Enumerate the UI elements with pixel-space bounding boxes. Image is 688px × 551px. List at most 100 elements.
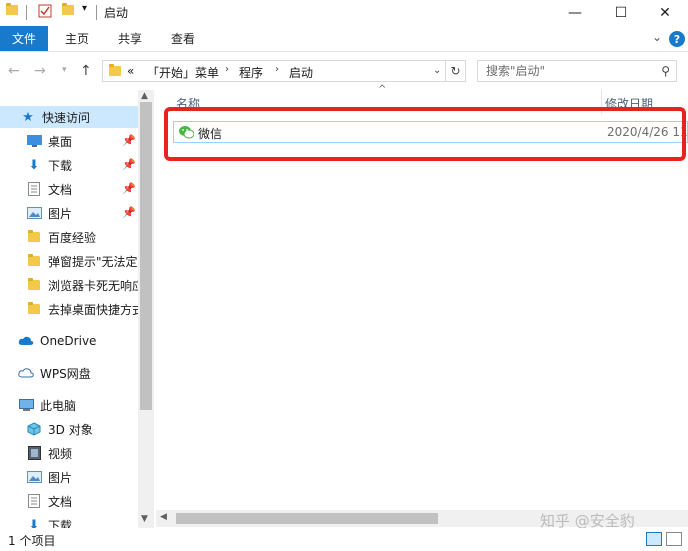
sidebar-item-3d-objects[interactable]: 3D 对象 [0, 418, 138, 440]
sidebar-item-label: 图片 [48, 470, 73, 485]
scroll-left-icon[interactable]: ◀ [160, 512, 167, 522]
star-icon: ★ [22, 109, 34, 125]
sidebar-item-label: 弹窗提示"无法定 [48, 254, 138, 269]
cloud-outline-icon [18, 366, 34, 380]
tab-share[interactable]: 共享 [118, 26, 142, 51]
pin-icon[interactable]: 📌 [122, 206, 136, 219]
sidebar-item-onedrive[interactable]: OneDrive [0, 330, 138, 352]
sort-ascending-icon: ^ [378, 84, 387, 95]
desktop-icon [26, 134, 42, 148]
maximize-button[interactable]: ☐ [598, 0, 644, 26]
tab-file[interactable]: 文件 [0, 26, 48, 51]
back-button[interactable]: ← [8, 63, 20, 79]
tab-home[interactable]: 主页 [65, 26, 89, 51]
sidebar-item-folder[interactable]: 弹窗提示"无法定 [0, 250, 138, 272]
sidebar-item-label: 桌面 [48, 134, 73, 149]
divider [26, 5, 27, 20]
sidebar-item-label: 浏览器卡死无响应 [48, 278, 138, 293]
search-icon[interactable]: ⚲ [661, 64, 670, 78]
sidebar-item-label: 去掉桌面快捷方式 [48, 302, 138, 317]
sidebar-item-label: 百度经验 [48, 230, 97, 245]
pin-icon[interactable]: 📌 [122, 134, 136, 147]
details-view-icon[interactable] [646, 532, 662, 546]
search-input[interactable] [478, 61, 653, 81]
breadcrumb-separator-icon[interactable]: › [275, 64, 279, 75]
sidebar-item-folder[interactable]: 浏览器卡死无响应 [0, 274, 138, 296]
forward-button[interactable]: → [34, 63, 46, 79]
sidebar-item-pictures[interactable]: 图片 [0, 466, 138, 488]
video-icon [26, 446, 42, 460]
customize-toolbar-icon[interactable]: ▾ [82, 3, 87, 14]
navigation-bar: ← → ▾ ↑ « 「开始」菜单 › 程序 › 启动 ⌄ ↻ ⚲ [0, 52, 688, 90]
folder-icon [26, 254, 42, 268]
pin-icon[interactable]: 📌 [122, 158, 136, 171]
sidebar-item-videos[interactable]: 视频 [0, 442, 138, 464]
sidebar-item-label: OneDrive [40, 334, 97, 348]
sidebar-item-desktop[interactable]: 桌面 📌 [0, 130, 138, 152]
expand-ribbon-icon[interactable]: ⌄ [652, 30, 662, 44]
computer-icon [18, 398, 34, 412]
sidebar-item-label: 3D 对象 [48, 422, 93, 437]
up-button[interactable]: ↑ [80, 63, 92, 79]
picture-icon [26, 206, 42, 220]
recent-locations-button[interactable]: ▾ [62, 65, 67, 75]
sidebar-item-folder[interactable]: 去掉桌面快捷方式 [0, 298, 138, 320]
status-bar: 1 个项目 [0, 528, 688, 551]
tab-view[interactable]: 查看 [171, 26, 195, 51]
breadcrumb-startup[interactable]: 启动 [289, 64, 313, 81]
sidebar-item-label: 下载 [48, 518, 73, 529]
sidebar-item-wps[interactable]: WPS网盘 [0, 362, 138, 384]
ribbon: 文件 主页 共享 查看 ⌄ ? [0, 26, 688, 52]
sidebar-item-label: 快速访问 [42, 110, 91, 125]
sidebar-item-label: 此电脑 [40, 398, 77, 413]
sidebar-item-documents[interactable]: 文档 [0, 490, 138, 512]
sidebar-item-quick-access[interactable]: ★ 快速访问 [0, 106, 138, 128]
document-icon [26, 494, 42, 508]
properties-icon[interactable] [38, 4, 52, 21]
breadcrumb-programs[interactable]: 程序 [239, 64, 263, 81]
sidebar-item-label: 视频 [48, 446, 73, 461]
address-bar[interactable]: « 「开始」菜单 › 程序 › 启动 ⌄ [102, 60, 446, 82]
sidebar-item-downloads[interactable]: ⬇ 下载 📌 [0, 154, 138, 176]
refresh-button[interactable]: ↻ [446, 60, 466, 82]
folder-icon [109, 64, 121, 76]
file-list: ^ 名称 修改日期 微信 2020/4/26 11 [156, 84, 688, 528]
window-title: 启动 [104, 6, 129, 20]
breadcrumb-overflow[interactable]: « [127, 64, 134, 78]
sidebar-item-downloads[interactable]: ⬇ 下载 [0, 514, 138, 529]
highlight-box [164, 107, 686, 161]
pin-icon[interactable]: 📌 [122, 182, 136, 195]
close-button[interactable]: ✕ [642, 0, 688, 26]
sidebar-item-label: 文档 [48, 182, 73, 197]
sidebar-scrollbar-thumb[interactable] [140, 102, 152, 410]
folder-icon [26, 230, 42, 244]
divider [96, 5, 97, 20]
sidebar-item-label: WPS网盘 [40, 366, 91, 381]
sidebar-item-documents[interactable]: 文档 📌 [0, 178, 138, 200]
cloud-icon [18, 334, 34, 348]
sidebar-item-label: 下载 [48, 158, 73, 173]
sidebar-item-this-pc[interactable]: 此电脑 [0, 394, 138, 416]
horizontal-scrollbar-thumb[interactable] [176, 513, 438, 524]
breadcrumb-separator-icon[interactable]: › [225, 64, 229, 75]
scroll-up-icon[interactable]: ▲ [141, 91, 148, 101]
sidebar-item-label: 图片 [48, 206, 73, 221]
3d-objects-icon [26, 422, 42, 436]
large-icons-view-icon[interactable] [666, 532, 682, 546]
minimize-button[interactable]: — [552, 0, 598, 26]
folder-icon [26, 278, 42, 292]
scroll-down-icon[interactable]: ▼ [141, 514, 148, 524]
help-icon[interactable]: ? [669, 31, 685, 47]
navigation-pane: ★ 快速访问 桌面 📌 ⬇ 下载 📌 文档 📌 图片 📌 百度经验 弹窗提示"无… [0, 90, 154, 528]
picture-icon [26, 470, 42, 484]
folder-icon [26, 302, 42, 316]
download-icon: ⬇ [28, 157, 40, 173]
new-folder-icon[interactable] [62, 3, 74, 15]
sidebar-item-pictures[interactable]: 图片 📌 [0, 202, 138, 224]
search-box[interactable]: ⚲ [477, 60, 677, 82]
breadcrumb-start-menu[interactable]: 「开始」菜单 [147, 64, 219, 81]
address-dropdown-icon[interactable]: ⌄ [433, 65, 441, 76]
download-icon: ⬇ [28, 517, 40, 529]
sidebar-item-folder[interactable]: 百度经验 [0, 226, 138, 248]
document-icon [26, 182, 42, 196]
